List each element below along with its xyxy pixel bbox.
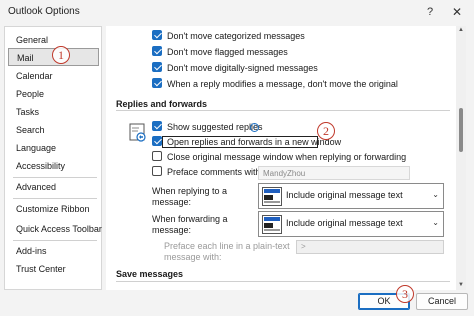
- info-icon[interactable]: i: [250, 123, 259, 132]
- options-sidebar: General Mail Calendar People Tasks Searc…: [4, 26, 102, 290]
- when-replying-label: When replying to a message:: [152, 186, 228, 207]
- forward-style-thumbnail-icon: [262, 215, 282, 234]
- preface-each-line-label: Preface each line in a plain-text messag…: [164, 241, 290, 262]
- section-divider: [116, 110, 450, 111]
- checkbox-reply-dont-move-original[interactable]: [152, 78, 162, 88]
- window-title: Outlook Options: [8, 6, 80, 17]
- sidebar-item-quick-access-toolbar[interactable]: Quick Access Toolbar: [5, 220, 102, 238]
- preface-each-line-dropdown[interactable]: >: [296, 240, 444, 254]
- annotation-marker-3: 3: [396, 285, 414, 303]
- checkbox-close-original[interactable]: [152, 151, 162, 161]
- sidebar-item-general[interactable]: General: [5, 31, 101, 49]
- when-replying-dropdown[interactable]: Include original message text ⌄: [258, 183, 444, 209]
- sidebar-divider: [13, 198, 97, 199]
- sidebar-item-customize-ribbon[interactable]: Customize Ribbon: [5, 200, 101, 218]
- annotation-marker-2: 2: [317, 122, 335, 140]
- dropdown-value: Include original message text: [286, 190, 403, 200]
- focus-highlight: [162, 136, 318, 148]
- checkbox-dont-move-categorized[interactable]: [152, 30, 162, 40]
- reply-style-thumbnail-icon: [262, 187, 282, 206]
- sidebar-item-search[interactable]: Search: [5, 121, 101, 139]
- checkbox-preface-comments[interactable]: [152, 166, 162, 176]
- cancel-button[interactable]: Cancel: [416, 293, 468, 310]
- sidebar-item-language[interactable]: Language: [5, 139, 101, 157]
- dropdown-value: >: [301, 242, 306, 251]
- when-forwarding-dropdown[interactable]: Include original message text ⌄: [258, 211, 444, 237]
- sidebar-item-add-ins[interactable]: Add-ins: [5, 242, 101, 260]
- option-label: When a reply modifies a message, don't m…: [167, 79, 398, 89]
- sidebar-item-trust-center[interactable]: Trust Center: [5, 260, 101, 278]
- section-title-save-messages: Save messages: [116, 269, 184, 279]
- title-bar: Outlook Options ? ✕: [0, 0, 474, 24]
- option-label: Close original message window when reply…: [167, 152, 407, 162]
- checkbox-dont-move-signed[interactable]: [152, 62, 162, 72]
- scroll-thumb[interactable]: [459, 108, 463, 152]
- sidebar-item-accessibility[interactable]: Accessibility: [5, 157, 101, 175]
- chevron-down-icon: ⌄: [432, 190, 439, 199]
- checkbox-show-suggested-replies[interactable]: [152, 121, 162, 131]
- sidebar-item-advanced[interactable]: Advanced: [5, 178, 101, 196]
- sidebar-item-tasks[interactable]: Tasks: [5, 103, 101, 121]
- close-icon[interactable]: ✕: [448, 3, 466, 21]
- scroll-down-arrow-icon[interactable]: ▼: [457, 281, 465, 289]
- when-forwarding-label: When forwarding a message:: [152, 214, 228, 235]
- sidebar-item-calendar[interactable]: Calendar: [5, 67, 101, 85]
- checkbox-dont-move-flagged[interactable]: [152, 46, 162, 56]
- checkbox-open-in-new-window[interactable]: [152, 136, 162, 146]
- sidebar-item-people[interactable]: People: [5, 85, 101, 103]
- preface-comments-input[interactable]: MandyZhou: [258, 166, 410, 180]
- annotation-marker-1: 1: [52, 46, 70, 64]
- scroll-up-arrow-icon[interactable]: ▲: [457, 26, 465, 34]
- reply-forward-icon: [129, 123, 146, 142]
- help-icon[interactable]: ?: [421, 3, 439, 21]
- option-label: Don't move digitally-signed messages: [167, 63, 318, 73]
- chevron-down-icon: ⌄: [432, 218, 439, 227]
- content-scrollbar[interactable]: ▲ ▼: [456, 26, 466, 290]
- option-label: Preface comments with:: [167, 167, 264, 177]
- section-divider: [116, 281, 450, 282]
- dropdown-value: Include original message text: [286, 218, 403, 228]
- section-title-replies-forwards: Replies and forwards: [116, 99, 208, 109]
- sidebar-divider: [13, 240, 97, 241]
- option-label: Show suggested replies: [167, 122, 263, 132]
- option-label: Don't move categorized messages: [167, 31, 305, 41]
- option-label: Don't move flagged messages: [167, 47, 288, 57]
